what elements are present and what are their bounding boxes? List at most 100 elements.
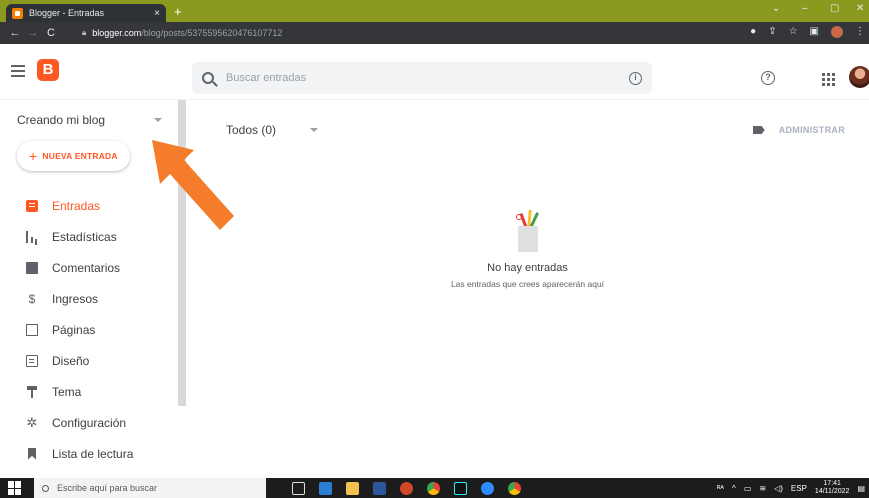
browser-menu-icon[interactable]: ⋮	[855, 26, 865, 38]
zoom-icon[interactable]	[481, 481, 494, 495]
tab-search-icon[interactable]: ⌄	[772, 3, 780, 14]
posts-icon	[26, 199, 38, 212]
wifi-icon[interactable]: ≋	[759, 484, 766, 493]
battery-icon[interactable]: ▭	[744, 484, 752, 493]
taskbar-search[interactable]: Escribe aquí para buscar	[34, 478, 266, 498]
sidebar-item-theme[interactable]: Tema	[0, 376, 178, 407]
plus-icon: +	[29, 148, 38, 164]
sidebar-item-earnings[interactable]: $ Ingresos	[0, 283, 178, 314]
browser-tab-strip: Blogger - Entradas × + ⌄ – ▢ ✕	[0, 0, 869, 22]
sidebar-item-settings[interactable]: ✲ Configuración	[0, 407, 178, 438]
blog-name: Creando mi blog	[17, 113, 106, 127]
sidebar-item-label: Comentarios	[52, 260, 121, 275]
forward-arrow-icon[interactable]: →	[24, 27, 42, 39]
google-apps-icon[interactable]	[822, 73, 835, 86]
sidebar-item-label: Tema	[52, 384, 82, 399]
side-panel-icon[interactable]: ▣	[810, 26, 819, 38]
help-icon[interactable]: ?	[761, 71, 775, 85]
url-host: blogger.com	[92, 28, 142, 38]
filter-label: Todos (0)	[226, 123, 277, 137]
tiktok-icon[interactable]	[454, 481, 467, 495]
chrome-profile-icon[interactable]	[508, 481, 521, 495]
hamburger-menu-icon[interactable]	[11, 65, 25, 80]
address-bar[interactable]: 🔒︎ blogger.com /blog/posts/5375595620476…	[82, 25, 742, 41]
sidebar-item-reading-list[interactable]: Lista de lectura	[0, 438, 178, 469]
empty-state-title: No hay entradas	[487, 262, 568, 274]
user-avatar[interactable]	[849, 66, 869, 88]
search-icon	[202, 72, 214, 84]
manage-labels-button[interactable]: ADMINISTRAR	[752, 125, 845, 135]
notifications-icon[interactable]: ▤	[857, 484, 865, 493]
lock-icon: 🔒︎	[82, 28, 87, 37]
chrome-icon[interactable]	[427, 481, 440, 495]
reading-list-icon	[26, 448, 38, 460]
sidebar-item-label: Lista de lectura	[52, 446, 134, 461]
teams-icon[interactable]	[319, 481, 332, 495]
people-icon[interactable]: ᴿᴬ	[717, 484, 724, 493]
browser-tab[interactable]: Blogger - Entradas ×	[6, 4, 166, 22]
taskbar-search-placeholder: Escribe aquí para buscar	[57, 483, 158, 493]
tab-title: Blogger - Entradas	[29, 8, 105, 18]
info-icon[interactable]: i	[629, 71, 642, 85]
minimize-button[interactable]: –	[802, 3, 808, 14]
close-window-button[interactable]: ✕	[856, 3, 864, 14]
url-path: /blog/posts/5375595620476107712	[141, 28, 283, 38]
browser-toolbar: ← → C 🔒︎ blogger.com /blog/posts/5375595…	[0, 22, 869, 44]
empty-state-subtitle: Las entradas que crees aparecerán aquí	[450, 279, 605, 289]
chevron-down-icon	[310, 128, 319, 132]
blogger-favicon-icon	[12, 7, 23, 19]
chevron-down-icon	[154, 118, 162, 122]
annotation-arrow-icon	[152, 140, 234, 230]
back-arrow-icon[interactable]: ←	[6, 27, 24, 39]
chevron-up-icon[interactable]: ^	[732, 484, 736, 493]
empty-state: No hay entradas Las entradas que crees a…	[186, 209, 869, 289]
sidebar-item-pages[interactable]: Páginas	[0, 314, 178, 345]
language-indicator[interactable]: ESP	[791, 484, 807, 493]
powerpoint-icon[interactable]	[400, 481, 413, 495]
sidebar-item-layout[interactable]: Diseño	[0, 345, 178, 376]
tab-close-icon[interactable]: ×	[154, 8, 160, 19]
main-content: Todos (0) ADMINISTRAR No hay entradas La…	[186, 100, 869, 478]
share-icon[interactable]: ⇪	[768, 26, 776, 38]
bookmark-star-icon[interactable]: ☆	[789, 26, 798, 38]
sidebar-item-label: Estadísticas	[52, 229, 117, 244]
sidebar-item-comments[interactable]: Comentarios	[0, 252, 178, 283]
sidebar-item-label: Ingresos	[52, 291, 99, 306]
reload-icon[interactable]: C	[42, 27, 60, 39]
clock[interactable]: 17:41 14/11/2022	[815, 480, 850, 496]
sidebar-item-label: Entradas	[52, 198, 101, 213]
settings-icon: ✲	[26, 414, 38, 430]
file-explorer-icon[interactable]	[346, 481, 359, 495]
theme-icon	[26, 385, 38, 398]
blog-selector[interactable]: Creando mi blog	[17, 113, 162, 127]
task-view-icon[interactable]	[292, 481, 305, 495]
search-icon	[42, 484, 49, 492]
clock-date: 14/11/2022	[814, 488, 850, 495]
search-input[interactable]	[226, 72, 629, 84]
layout-icon	[26, 354, 38, 367]
manage-label: ADMINISTRAR	[778, 125, 845, 135]
pencil-cup-illustration-icon	[514, 209, 542, 252]
word-icon[interactable]	[373, 481, 386, 495]
stats-icon	[26, 230, 38, 243]
sidebar-item-label: Páginas	[52, 322, 96, 337]
label-icon	[752, 126, 765, 134]
volume-icon[interactable]: ◁)	[774, 484, 783, 493]
taskbar-apps	[292, 481, 521, 495]
pages-icon	[26, 323, 38, 336]
search-box[interactable]: i	[192, 62, 652, 94]
windows-start-icon[interactable]	[8, 481, 22, 495]
maximize-button[interactable]: ▢	[830, 3, 839, 14]
blogger-logo[interactable]: B	[37, 59, 59, 81]
new-post-button[interactable]: + NUEVA ENTRADA	[17, 141, 130, 171]
new-tab-button[interactable]: +	[174, 4, 182, 19]
windows-taskbar: Escribe aquí para buscar ᴿᴬ ^ ▭ ≋ ◁) ESP…	[0, 478, 869, 498]
profile-avatar-icon[interactable]	[831, 26, 843, 38]
sidebar-item-label: Diseño	[52, 353, 90, 368]
sidebar-item-label: Configuración	[52, 415, 127, 430]
blogger-header: B i ?	[0, 44, 869, 100]
earnings-icon: $	[28, 291, 36, 306]
posts-filter-dropdown[interactable]: Todos (0)	[226, 123, 319, 137]
google-lens-icon[interactable]: ●	[750, 26, 756, 38]
new-post-label: NUEVA ENTRADA	[42, 151, 118, 161]
